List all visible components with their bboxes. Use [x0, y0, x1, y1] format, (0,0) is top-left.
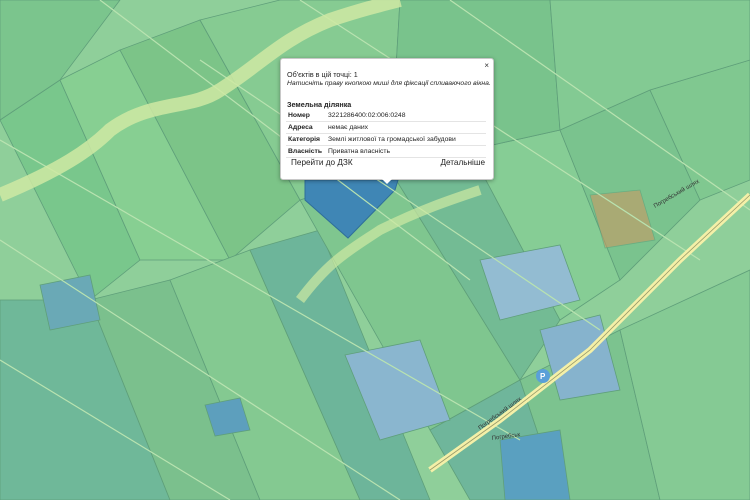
popup-hint: Натисніть праву кнопкою миші для фіксаці… [287, 80, 491, 87]
table-row: Власність Приватна власність [286, 145, 486, 158]
popup-title: Земельна ділянка [287, 100, 352, 109]
parking-label: P [540, 372, 546, 381]
go-to-dzk-link[interactable]: Перейти до ДЗК [291, 158, 353, 167]
row-value: Приватна власність [326, 145, 486, 158]
row-key: Адреса [286, 121, 326, 134]
table-row: Адреса немає даних [286, 121, 486, 134]
row-key: Власність [286, 145, 326, 158]
table-row: Категорія Землі житлової та громадської … [286, 133, 486, 146]
row-value: Землі житлової та громадської забудови [326, 133, 486, 146]
objects-count: Об'єктів в цій точці: 1 [287, 70, 358, 79]
row-key: Категорія [286, 133, 326, 146]
feature-popup: × Об'єктів в цій точці: 1 Натисніть прав… [280, 58, 494, 184]
close-icon[interactable]: × [484, 61, 489, 70]
row-value: 3221286400:02:006:0248 [326, 110, 486, 122]
parcel-info-table: Номер 3221286400:02:006:0248 Адреса нема… [286, 110, 486, 158]
details-link[interactable]: Детальніше [440, 158, 485, 167]
row-key: Номер [286, 110, 326, 122]
row-value: немає даних [326, 121, 486, 134]
table-row: Номер 3221286400:02:006:0248 [286, 110, 486, 122]
